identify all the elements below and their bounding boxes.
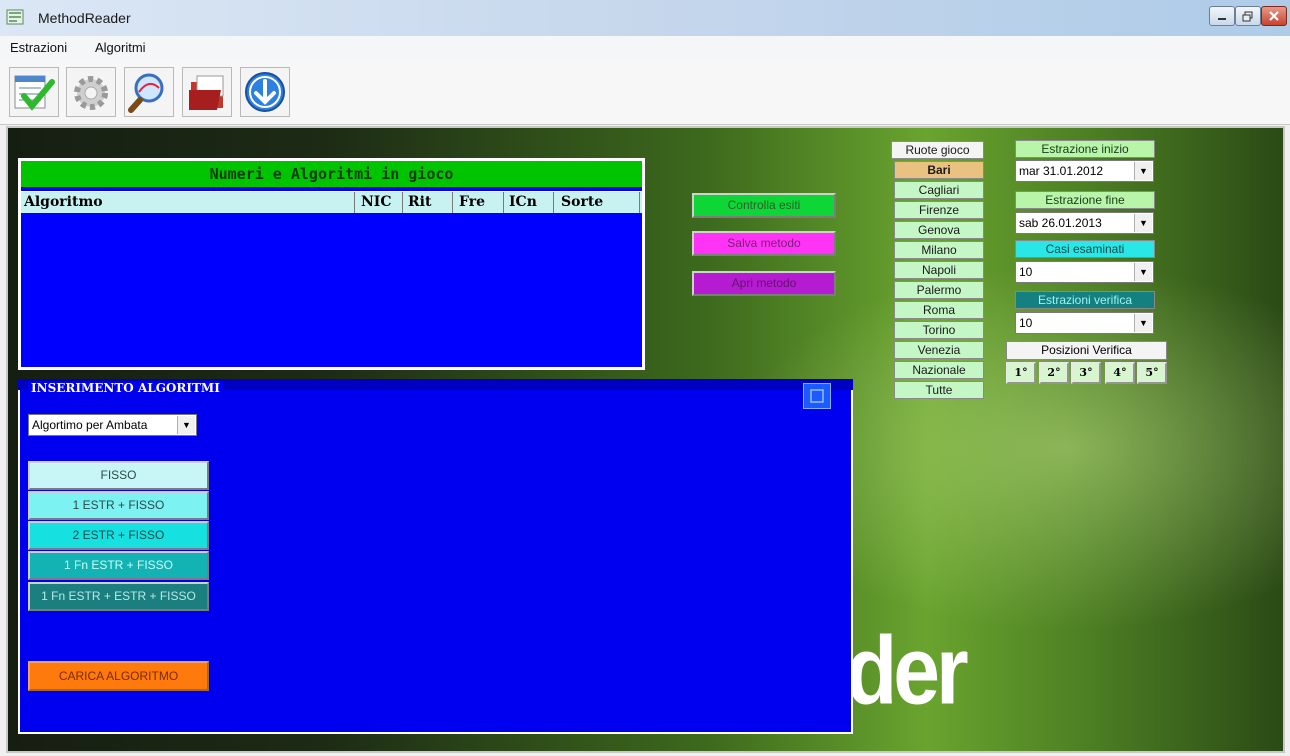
- ruota-cagliari[interactable]: Cagliari: [894, 181, 984, 199]
- toolbar-settings-button[interactable]: [66, 67, 116, 117]
- app-icon: [6, 9, 24, 25]
- apri-metodo-button[interactable]: Apri metodo: [692, 271, 836, 296]
- column-divider: [402, 192, 403, 213]
- estrazione-inizio-value: mar 31.01.2012: [1019, 164, 1104, 178]
- download-arrow-icon: [245, 72, 285, 112]
- carica-algoritmo-button[interactable]: CARICA ALGORITMO: [28, 661, 209, 691]
- 1-fn-estr-fisso-button[interactable]: 1 Fn ESTR + FISSO: [28, 551, 209, 580]
- ruota-bari[interactable]: Bari: [894, 161, 984, 179]
- estrazioni-verifica-value: 10: [1019, 316, 1033, 330]
- 1-estr-fisso-button[interactable]: 1 ESTR + FISSO: [28, 491, 209, 520]
- algoritmo-type-value: Algortimo per Ambata: [32, 418, 148, 432]
- estrazione-inizio-label: Estrazione inizio: [1015, 140, 1155, 158]
- column-divider: [452, 192, 453, 213]
- casi-esaminati-value: 10: [1019, 265, 1033, 279]
- chevron-down-icon[interactable]: ▼: [1134, 162, 1152, 180]
- minimize-icon: [1218, 18, 1226, 20]
- toolbar-search-button[interactable]: [124, 67, 174, 117]
- column-divider: [354, 192, 355, 213]
- menu-algoritmi[interactable]: Algoritmi: [95, 40, 146, 55]
- numbers-panel-title: Numeri e Algoritmi in gioco: [21, 161, 642, 187]
- chevron-down-icon[interactable]: ▼: [1134, 314, 1152, 332]
- ruota-venezia[interactable]: Venezia: [894, 341, 984, 359]
- posizione-1-button[interactable]: 1°: [1006, 362, 1036, 384]
- ruota-torino[interactable]: Torino: [894, 321, 984, 339]
- posizioni-verifica-label: Posizioni Verifica: [1006, 341, 1167, 360]
- posizione-3-button[interactable]: 3°: [1071, 362, 1101, 384]
- column-divider: [639, 192, 640, 213]
- ruota-palermo[interactable]: Palermo: [894, 281, 984, 299]
- collapse-button[interactable]: [803, 383, 831, 409]
- fisso-button[interactable]: FISSO: [28, 461, 209, 490]
- column-icn[interactable]: ICn: [509, 194, 537, 210]
- casi-esaminati-select[interactable]: 10 ▼: [1015, 261, 1154, 283]
- gear-icon: [74, 76, 108, 110]
- minimize-button[interactable]: [1209, 6, 1235, 26]
- background-logo: der: [846, 616, 969, 725]
- column-rit[interactable]: Rit: [408, 194, 431, 210]
- column-algoritmo[interactable]: Algoritmo: [24, 194, 103, 210]
- ruota-tutte[interactable]: Tutte: [894, 381, 984, 399]
- toolbar-open-button[interactable]: [182, 67, 232, 117]
- 2-estr-fisso-button[interactable]: 2 ESTR + FISSO: [28, 521, 209, 550]
- algoritmo-type-select[interactable]: Algortimo per Ambata ▼: [28, 414, 197, 436]
- estrazioni-verifica-label: Estrazioni verifica: [1015, 291, 1155, 309]
- numbers-panel-title-text: Numeri e Algoritmi in gioco: [209, 165, 454, 183]
- controlla-esiti-button[interactable]: Controlla esiti: [692, 193, 836, 218]
- estrazioni-verifica-select[interactable]: 10 ▼: [1015, 312, 1154, 334]
- magnifier-icon: [128, 73, 164, 113]
- collapse-icon: [810, 389, 824, 403]
- ruota-napoli[interactable]: Napoli: [894, 261, 984, 279]
- toolbar-download-button[interactable]: [240, 67, 290, 117]
- chevron-down-icon[interactable]: ▼: [1134, 214, 1152, 232]
- posizione-2-button[interactable]: 2°: [1039, 362, 1069, 384]
- casi-esaminati-label: Casi esaminati: [1015, 240, 1155, 258]
- menu-estrazioni[interactable]: Estrazioni: [10, 40, 67, 55]
- column-sorte[interactable]: Sorte: [561, 194, 603, 210]
- window-title: MethodReader: [38, 10, 131, 26]
- estrazione-fine-value: sab 26.01.2013: [1019, 216, 1102, 230]
- 1-fn-estr-estr-fisso-button[interactable]: 1 Fn ESTR + ESTR + FISSO: [28, 582, 209, 611]
- close-button[interactable]: [1261, 6, 1287, 26]
- toolbar-checklist-button[interactable]: [9, 67, 59, 117]
- inserimento-legend: INSERIMENTO ALGORITMI: [28, 381, 223, 395]
- salva-metodo-button[interactable]: Salva metodo: [692, 231, 836, 256]
- close-icon: [1269, 11, 1279, 21]
- ruota-nazionale[interactable]: Nazionale: [894, 361, 984, 379]
- column-fre[interactable]: Fre: [459, 194, 485, 210]
- restore-icon: [1242, 11, 1253, 22]
- column-nic[interactable]: NIC: [361, 194, 392, 210]
- numbers-table-header: Algoritmo NIC Rit Fre ICn Sorte: [21, 191, 642, 213]
- menu-bar: [0, 36, 1290, 58]
- posizione-5-button[interactable]: 5°: [1137, 362, 1167, 384]
- posizione-4-button[interactable]: 4°: [1105, 362, 1135, 384]
- chevron-down-icon[interactable]: ▼: [1134, 263, 1152, 281]
- ruote-gioco-label: Ruote gioco: [891, 141, 984, 159]
- ruota-roma[interactable]: Roma: [894, 301, 984, 319]
- estrazione-inizio-select[interactable]: mar 31.01.2012 ▼: [1015, 160, 1154, 182]
- chevron-down-icon[interactable]: ▼: [177, 416, 195, 434]
- folder-icon: [189, 75, 224, 110]
- ruota-firenze[interactable]: Firenze: [894, 201, 984, 219]
- estrazione-fine-select[interactable]: sab 26.01.2013 ▼: [1015, 212, 1154, 234]
- column-divider: [553, 192, 554, 213]
- numbers-panel[interactable]: [18, 158, 645, 370]
- checklist-icon: [14, 75, 55, 111]
- ruota-milano[interactable]: Milano: [894, 241, 984, 259]
- ruota-genova[interactable]: Genova: [894, 221, 984, 239]
- column-divider: [503, 192, 504, 213]
- estrazione-fine-label: Estrazione fine: [1015, 191, 1155, 209]
- restore-button[interactable]: [1235, 6, 1261, 26]
- title-bar: [0, 0, 1290, 37]
